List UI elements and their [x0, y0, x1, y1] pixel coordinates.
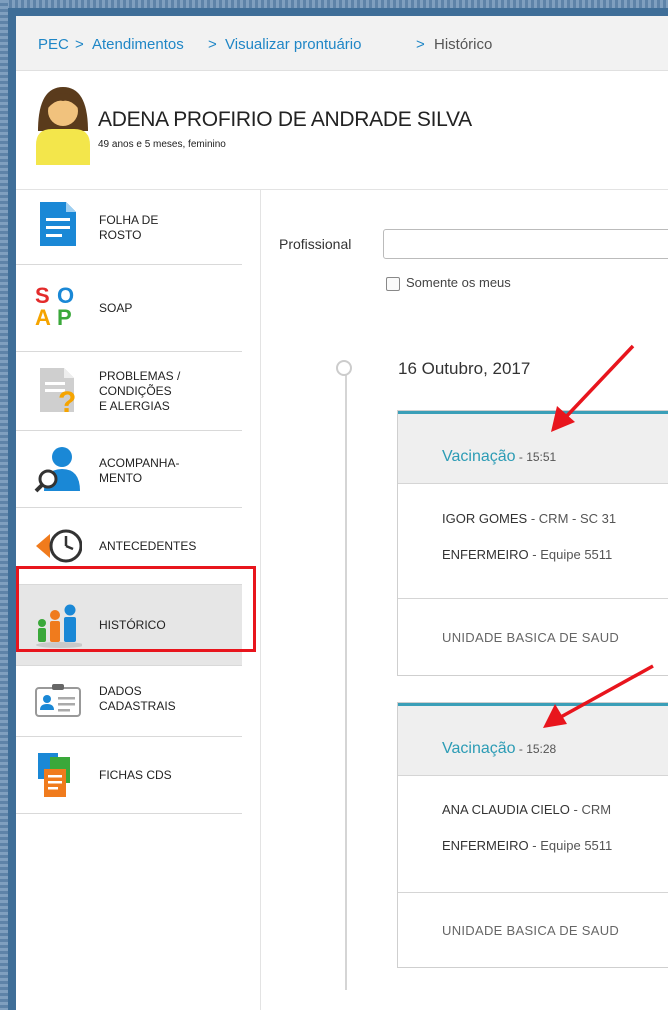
history-entry-title[interactable]: Vacinação - 15:28 [442, 740, 556, 758]
sidebar-item-problemas[interactable]: ? PROBLEMAS / CONDIÇÕES E ALERGIAS [16, 352, 242, 431]
clock-back-icon [36, 529, 82, 563]
history-entry-title[interactable]: Vacinação - 15:51 [442, 448, 556, 466]
window-frame-top [0, 0, 668, 8]
role-name: ENFERMEIRO [442, 838, 529, 853]
entry-time: - 15:51 [515, 450, 557, 464]
breadcrumb-separator: > [416, 36, 425, 53]
role-name: ENFERMEIRO [442, 547, 529, 562]
entry-unit: UNIDADE BASICA DE SAUD [442, 923, 620, 938]
professional-name: IGOR GOMES [442, 511, 528, 526]
sidebar-item-soap[interactable]: S O A P SOAP [16, 265, 242, 352]
history-entry-card[interactable]: Vacinação - 15:28 ANA CLAUDIA CIELO - CR… [397, 702, 668, 968]
sidebar-item-dados-cadastrais[interactable]: DADOS CADASTRAIS [16, 666, 242, 737]
svg-text:?: ? [58, 386, 76, 414]
breadcrumb-atendimentos[interactable]: Atendimentos [92, 36, 184, 53]
breadcrumb-pec[interactable]: PEC [38, 36, 69, 53]
sidebar-item-label: SOAP [99, 301, 133, 315]
entry-type[interactable]: Vacinação [442, 740, 516, 757]
breadcrumb-separator: > [75, 36, 84, 53]
professional-detail: - CRM [569, 802, 612, 817]
patient-name: ADENA PROFIRIO DE ANDRADE SILVA [98, 108, 472, 131]
entry-time: - 15:28 [515, 742, 557, 756]
timeline-line [345, 370, 347, 990]
document-icon [40, 202, 76, 246]
entry-role: ENFERMEIRO - Equipe 5511 [442, 547, 612, 562]
breadcrumb-separator: > [208, 36, 217, 53]
patient-header: ADENA PROFIRIO DE ANDRADE SILVA 49 anos … [16, 71, 668, 190]
person-search-icon [34, 447, 80, 493]
timeline-date-day: 16 Outubro [398, 359, 484, 378]
professional-filter-label: Profissional [279, 236, 352, 252]
sidebar-item-label: FOLHA DE ROSTO [99, 213, 159, 242]
sidebar: FOLHA DE ROSTO S O A P SOAP ? PROBLEMAS … [16, 190, 261, 1010]
entry-professional: IGOR GOMES - CRM - SC 31 [442, 511, 616, 526]
entry-professional: ANA CLAUDIA CIELO - CRM [442, 802, 611, 817]
timeline-date-year: , 2017 [483, 359, 531, 378]
sidebar-item-label: DADOS CADASTRAIS [99, 684, 176, 713]
id-card-icon [35, 684, 81, 717]
professional-filter-input[interactable] [383, 229, 668, 259]
only-mine-label[interactable]: Somente os meus [406, 275, 511, 290]
history-entry-card[interactable]: Vacinação - 15:51 IGOR GOMES - CRM - SC … [397, 410, 668, 676]
annotation-arrow-icon [543, 664, 654, 728]
forms-icon [38, 753, 70, 797]
timeline-date: 16 Outubro, 2017 [398, 359, 530, 379]
sidebar-item-fichas-cds[interactable]: FICHAS CDS [16, 737, 242, 814]
sidebar-item-acompanhamento[interactable]: ACOMPANHA- MENTO [16, 431, 242, 508]
problems-icon: ? [40, 368, 76, 414]
window-frame-left [0, 0, 8, 1010]
team-name: - Equipe 5511 [528, 838, 613, 853]
professional-detail: - CRM - SC 31 [527, 511, 617, 526]
professional-name: ANA CLAUDIA CIELO [442, 802, 570, 817]
svg-text:P: P [57, 305, 72, 329]
sidebar-item-label: FICHAS CDS [99, 768, 172, 782]
history-content: Profissional Somente os meus 16 Outubro,… [261, 190, 668, 1010]
svg-text:A: A [35, 305, 51, 329]
team-name: - Equipe 5511 [528, 547, 613, 562]
patient-avatar-icon [36, 87, 90, 165]
soap-icon: S O A P [35, 283, 74, 329]
card-divider [398, 598, 668, 599]
sidebar-item-folha-de-rosto[interactable]: FOLHA DE ROSTO [16, 190, 242, 265]
annotation-arrow-icon [551, 344, 635, 432]
timeline-dot [336, 360, 352, 376]
sidebar-item-label: ANTECEDENTES [99, 539, 197, 553]
card-divider [398, 892, 668, 893]
entry-type[interactable]: Vacinação [442, 448, 516, 465]
page: PEC > Atendimentos > Visualizar prontuár… [16, 16, 668, 1010]
patient-age-sex: 49 anos e 5 meses, feminino [98, 139, 226, 150]
only-mine-checkbox[interactable] [386, 277, 400, 291]
entry-unit: UNIDADE BASICA DE SAUD [442, 630, 620, 645]
breadcrumb-current: Histórico [434, 36, 493, 53]
highlight-box-historico [16, 566, 256, 652]
breadcrumb-visualizar-prontuario[interactable]: Visualizar prontuário [225, 36, 361, 53]
sidebar-item-label: ACOMPANHA- MENTO [99, 456, 180, 485]
entry-role: ENFERMEIRO - Equipe 5511 [442, 838, 612, 853]
sidebar-item-label: PROBLEMAS / CONDIÇÕES E ALERGIAS [99, 369, 181, 413]
breadcrumb: PEC > Atendimentos > Visualizar prontuár… [16, 16, 668, 71]
